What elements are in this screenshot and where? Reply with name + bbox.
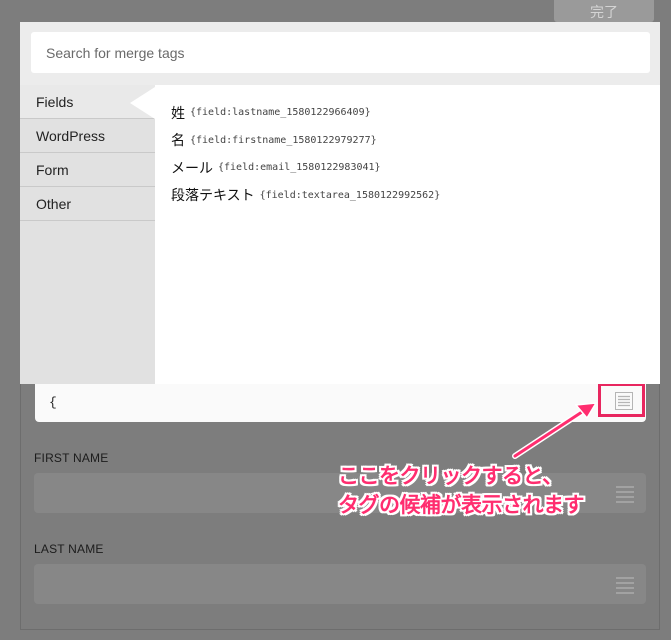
annotation-line-2: タグの候補が表示されます (338, 493, 585, 517)
annotation-arrow (512, 402, 598, 459)
annotation-line-1: ここをクリックすると、 (338, 464, 563, 488)
annotation-text: ここをクリックすると、 タグの候補が表示されます (338, 462, 658, 520)
